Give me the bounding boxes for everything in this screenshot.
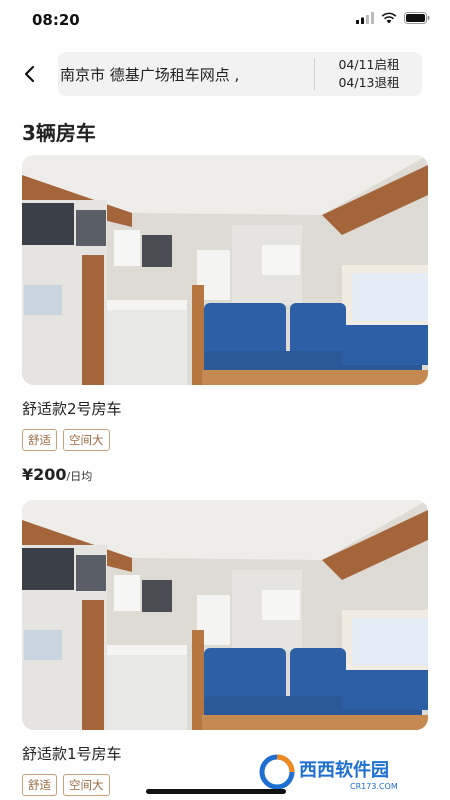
- svg-text:CR173.COM: CR173.COM: [350, 782, 398, 791]
- rv-interior-photo[interactable]: [22, 500, 428, 730]
- watermark-logo-mark: 西西软件园 CR173.COM: [259, 754, 398, 791]
- rv-tags: 舒适 空间大: [22, 429, 110, 451]
- watermark-logo: 西西软件园 CR173.COM: [255, 751, 435, 793]
- chevron-left-icon: [24, 65, 35, 83]
- tag: 空间大: [63, 774, 110, 796]
- price-unit: /日均: [66, 470, 93, 483]
- svg-text:西西软件园: 西西软件园: [299, 759, 389, 781]
- battery-icon: [404, 12, 430, 24]
- tag: 空间大: [63, 429, 110, 451]
- home-indicator[interactable]: [146, 789, 286, 794]
- rv-name: 舒适款2号房车: [22, 400, 122, 418]
- status-bar: 08:20: [0, 0, 450, 44]
- back-button[interactable]: [14, 54, 46, 94]
- rv-card[interactable]: 舒适款1号房车 舒适 空间大: [22, 500, 428, 796]
- search-summary-bar[interactable]: 南京市 德基广场租车网点 , 04/11启租 04/13退租: [58, 52, 422, 96]
- status-time: 08:20: [32, 11, 80, 29]
- date-range[interactable]: 04/11启租 04/13退租: [320, 56, 418, 92]
- wifi-icon: [381, 12, 397, 24]
- signal-icon: [356, 12, 374, 24]
- status-icons: [356, 12, 430, 24]
- rv-name: 舒适款1号房车: [22, 745, 122, 763]
- pickup-date: 04/11启租: [338, 57, 400, 72]
- tag: 舒适: [22, 429, 57, 451]
- return-date: 04/13退租: [338, 75, 400, 90]
- pickup-location[interactable]: 南京市 德基广场租车网点 ,: [60, 64, 310, 85]
- rv-interior-photo[interactable]: [22, 155, 428, 385]
- rv-tags: 舒适 空间大: [22, 774, 110, 796]
- rv-card[interactable]: 舒适款2号房车 舒适 空间大 ¥200/日均: [22, 155, 428, 484]
- rv-price: ¥200/日均: [22, 465, 92, 484]
- price-value: ¥200: [22, 465, 67, 484]
- tag: 舒适: [22, 774, 57, 796]
- result-count-title: 3辆房车: [22, 121, 96, 145]
- date-divider: [314, 58, 315, 90]
- header: 南京市 德基广场租车网点 , 04/11启租 04/13退租: [0, 50, 450, 98]
